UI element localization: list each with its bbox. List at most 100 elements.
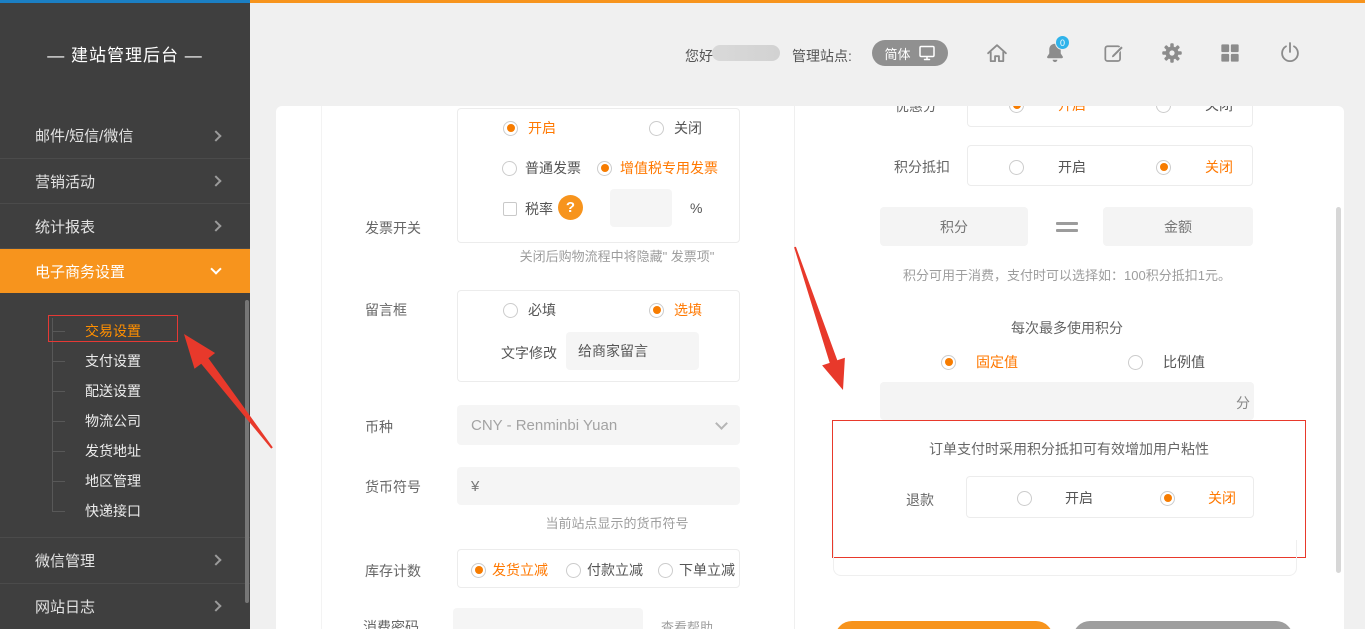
refund-label: 退款: [906, 490, 934, 510]
message-required-radio[interactable]: [503, 303, 518, 318]
fixed-value-label[interactable]: 固定值: [976, 352, 1018, 372]
settings-gear-icon[interactable]: [1159, 40, 1185, 66]
content-card: 发票开关 开启 关闭 普通发票 增值税专用发票 税率 ?: [276, 106, 1344, 629]
pay-password-input[interactable]: [453, 608, 643, 629]
stock-order-radio[interactable]: [658, 563, 673, 578]
subitem-label: 支付设置: [85, 351, 141, 371]
message-optional-label[interactable]: 选填: [674, 300, 702, 320]
message-box-label: 留言框: [365, 300, 407, 320]
home-icon[interactable]: [984, 40, 1010, 66]
vat-invoice-label[interactable]: 增值税专用发票: [620, 158, 718, 178]
bottom-secondary-button[interactable]: [1073, 621, 1293, 629]
message-box-options: 必填 选填 文字修改: [457, 290, 740, 382]
sidebar-subitem-shipping-address[interactable]: 发货地址: [85, 436, 141, 466]
points-deduct-off-radio[interactable]: [1156, 160, 1171, 175]
subitem-label: 物流公司: [85, 411, 141, 431]
text-edit-label: 文字修改: [501, 343, 557, 363]
column-divider: [794, 106, 795, 629]
coupon-off-radio[interactable]: [1156, 106, 1171, 113]
sidebar-subitem-logistics-company[interactable]: 物流公司: [85, 406, 141, 436]
message-required-label[interactable]: 必填: [528, 300, 556, 320]
invoice-off-label[interactable]: 关闭: [674, 118, 702, 138]
sidebar-item-reports[interactable]: 统计报表: [0, 203, 250, 248]
points-exchange-helper: 积分可用于消费，支付时可以选择如：100积分抵扣1元。: [880, 265, 1254, 284]
sidebar-subitem-express-interface[interactable]: 快递接口: [85, 496, 141, 526]
normal-invoice-label[interactable]: 普通发票: [525, 158, 581, 178]
tax-rate-label[interactable]: 税率: [525, 199, 553, 219]
currency-symbol-input[interactable]: [457, 467, 740, 505]
currency-symbol-label: 货币符号: [365, 477, 421, 497]
stock-ship-label[interactable]: 发货立减: [492, 560, 548, 580]
content-scrollbar-thumb[interactable]: [1336, 207, 1341, 573]
refund-on-radio[interactable]: [1017, 491, 1032, 506]
sidebar-subitem-payment-settings[interactable]: 支付设置: [85, 346, 141, 376]
message-optional-radio[interactable]: [649, 303, 664, 318]
subitem-label: 地区管理: [85, 471, 141, 491]
notification-badge: 0: [1055, 35, 1070, 50]
subitem-label: 发货地址: [85, 441, 141, 461]
sidebar-subitem-region-management[interactable]: 地区管理: [85, 466, 141, 496]
chevron-right-icon: [210, 175, 221, 186]
tax-rate-input[interactable]: [610, 189, 672, 227]
currency-label: 币种: [365, 417, 393, 437]
sidebar-item-mail-sms-wechat[interactable]: 邮件/短信/微信: [0, 113, 250, 158]
language-site-button[interactable]: 简体: [872, 40, 948, 66]
stock-count-options: 发货立减 付款立减 下单立减: [457, 549, 740, 588]
sidebar-item-ecommerce-settings[interactable]: 电子商务设置: [0, 248, 250, 293]
chevron-right-icon: [210, 554, 221, 565]
sidebar-item-wechat-management[interactable]: 微信管理: [0, 537, 250, 582]
max-points-input[interactable]: [880, 382, 1254, 420]
sidebar-scrollbar-thumb[interactable]: [245, 300, 249, 603]
points-deduct-box: 开启 关闭: [967, 145, 1253, 186]
subitem-label: 配送设置: [85, 381, 141, 401]
invoice-on-radio[interactable]: [503, 121, 518, 136]
sidebar-item-site-logs[interactable]: 网站日志: [0, 583, 250, 628]
points-unit: 分: [1220, 393, 1250, 413]
monitor-icon: [918, 45, 936, 61]
view-help-link[interactable]: 查看帮助: [657, 617, 717, 629]
currency-value: CNY - Renminbi Yuan: [471, 417, 617, 434]
refund-on-label[interactable]: 开启: [1065, 488, 1093, 508]
tree-tick: [52, 391, 65, 392]
submenu-tree-line: [52, 318, 53, 512]
tax-rate-checkbox[interactable]: [503, 202, 517, 216]
tree-tick: [52, 421, 65, 422]
refund-options-box: 开启 关闭: [966, 476, 1254, 518]
sidebar-item-marketing[interactable]: 营销活动: [0, 158, 250, 203]
annotation-box-trade-settings: [48, 315, 178, 342]
help-question-icon[interactable]: ?: [558, 195, 583, 220]
coupon-on-label[interactable]: 开启: [1058, 106, 1086, 115]
refund-off-label[interactable]: 关闭: [1208, 488, 1236, 508]
apps-grid-icon[interactable]: [1217, 40, 1243, 66]
sidebar-item-label: 网站日志: [35, 596, 95, 617]
app-title: — 建站管理后台 —: [0, 41, 250, 66]
chevron-right-icon: [210, 600, 221, 611]
ratio-value-label[interactable]: 比例值: [1163, 352, 1205, 372]
points-input[interactable]: [880, 207, 1028, 246]
points-deduct-on-radio[interactable]: [1009, 160, 1024, 175]
stock-pay-radio[interactable]: [566, 563, 581, 578]
sidebar-item-label: 微信管理: [35, 550, 95, 571]
invoice-on-label[interactable]: 开启: [528, 118, 556, 138]
stock-ship-radio[interactable]: [471, 563, 486, 578]
sidebar-subitem-delivery-settings[interactable]: 配送设置: [85, 376, 141, 406]
refund-off-radio[interactable]: [1160, 491, 1175, 506]
fixed-value-radio[interactable]: [941, 355, 956, 370]
edit-icon[interactable]: [1101, 40, 1127, 66]
vat-invoice-radio[interactable]: [597, 161, 612, 176]
stock-order-label[interactable]: 下单立减: [679, 560, 735, 580]
ratio-value-radio[interactable]: [1128, 355, 1143, 370]
currency-select[interactable]: CNY - Renminbi Yuan: [457, 405, 740, 445]
normal-invoice-radio[interactable]: [502, 161, 517, 176]
power-logout-icon[interactable]: [1277, 40, 1303, 66]
coupon-on-radio[interactable]: [1009, 106, 1024, 113]
annotation-red-box: 订单支付时采用积分抵扣可有效增加用户粘性 退款 开启 关闭: [832, 420, 1306, 558]
coupon-off-label[interactable]: 关闭: [1205, 106, 1233, 115]
message-text-input[interactable]: [566, 332, 699, 370]
invoice-off-radio[interactable]: [649, 121, 664, 136]
points-deduct-on-label[interactable]: 开启: [1058, 157, 1086, 177]
points-deduct-off-label[interactable]: 关闭: [1205, 157, 1233, 177]
stock-pay-label[interactable]: 付款立减: [587, 560, 643, 580]
amount-input[interactable]: [1103, 207, 1253, 246]
bottom-primary-button[interactable]: [835, 621, 1053, 629]
